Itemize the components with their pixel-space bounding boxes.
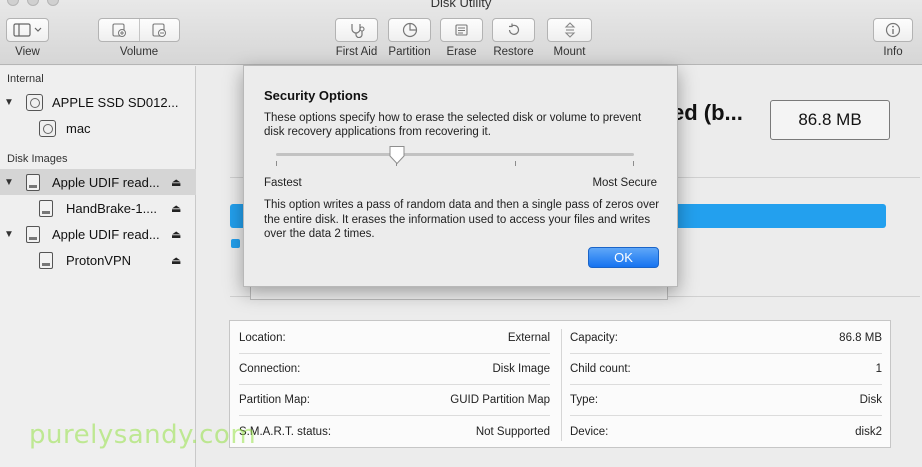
info-row-smart: S.M.A.R.T. status: Not Supported: [239, 416, 550, 447]
volume-title: ed (b...: [672, 100, 743, 125]
disk-volume-icon: [39, 199, 53, 217]
disclosure-triangle-icon[interactable]: ▼: [4, 229, 14, 240]
stethoscope-icon: [350, 24, 365, 38]
info-value: Disk Image: [492, 363, 550, 375]
add-volume-icon: [112, 23, 126, 37]
info-value: disk2: [855, 425, 882, 438]
erase-icon: [454, 24, 468, 36]
watermark: purelysandy.com: [29, 420, 257, 450]
dialog-title: Security Options: [264, 88, 369, 103]
ok-button[interactable]: OK: [588, 247, 659, 268]
restore-button[interactable]: [492, 18, 535, 42]
sidebar-item-handbrake[interactable]: HandBrake-1.... ⏏: [0, 195, 196, 221]
volume-label: Volume: [119, 46, 159, 58]
info-row-device: Device: disk2: [570, 416, 882, 447]
remove-volume-icon: [152, 23, 167, 37]
dialog-description: These options specify how to erase the s…: [264, 112, 642, 138]
sidebar-item-label: Apple UDIF read...: [52, 226, 160, 242]
info-label: Partition Map:: [239, 394, 310, 406]
info-label: Capacity:: [570, 332, 618, 344]
info-value: GUID Partition Map: [450, 394, 550, 406]
sidebar-item-mac[interactable]: mac: [0, 115, 196, 141]
slider-tick: [515, 161, 516, 166]
volume-size-box: 86.8 MB: [770, 100, 890, 140]
sidebar-item-label: APPLE SSD SD012...: [52, 94, 179, 110]
volume-button-group: [98, 18, 180, 42]
slider-tick: [633, 161, 634, 166]
info-button[interactable]: [873, 18, 913, 42]
slider-thumb[interactable]: [388, 145, 406, 165]
add-volume-button[interactable]: [99, 19, 139, 41]
first-aid-button[interactable]: [335, 18, 378, 42]
disk-image-icon: [26, 173, 40, 191]
security-options-dialog: Security Options These options specify h…: [243, 65, 678, 287]
erase-label: Erase: [446, 46, 477, 58]
sidebar-item-label: mac: [66, 120, 91, 136]
info-row-type: Type: Disk: [570, 385, 882, 416]
toolbar: Disk Utility View Volume First Aid Parti…: [0, 0, 922, 65]
mount-label: Mount: [553, 46, 586, 58]
remove-volume-button[interactable]: [138, 19, 180, 41]
restore-arrow-icon: [508, 23, 519, 35]
eject-icon[interactable]: ⏏: [171, 228, 181, 241]
info-row-connection: Connection: Disk Image: [239, 354, 550, 385]
volume-icon: [39, 119, 56, 137]
eject-icon[interactable]: ⏏: [171, 202, 181, 215]
view-label: View: [15, 46, 40, 58]
info-value: 86.8 MB: [839, 332, 882, 344]
first-aid-label: First Aid: [335, 46, 378, 58]
info-table: Location: External Connection: Disk Imag…: [229, 320, 891, 448]
window-title: Disk Utility: [430, 0, 492, 10]
option-detail-text: This option writes a pass of random data…: [264, 199, 660, 240]
info-value: External: [507, 332, 550, 344]
sidebar-item-protonvpn[interactable]: ProtonVPN ⏏: [0, 247, 196, 273]
sidebar-item-label: Apple UDIF read...: [52, 174, 160, 190]
info-row-partition-map: Partition Map: GUID Partition Map: [239, 385, 550, 416]
mount-button[interactable]: [547, 18, 592, 42]
view-button[interactable]: [6, 18, 49, 42]
disclosure-triangle-icon[interactable]: ▼: [4, 177, 14, 188]
usage-legend-swatch: [231, 239, 240, 248]
info-value: Disk: [859, 394, 882, 406]
info-label: Child count:: [570, 363, 631, 375]
info-label: Info: [883, 46, 903, 58]
security-slider[interactable]: [276, 153, 634, 156]
sidebar-header-disk-images: Disk Images: [7, 153, 68, 165]
disclosure-triangle-icon[interactable]: ▼: [4, 97, 14, 108]
slider-min-label: Fastest: [264, 177, 302, 189]
info-label: Type:: [570, 394, 599, 406]
disk-volume-icon: [39, 251, 53, 269]
mount-icon: [564, 22, 575, 38]
eject-icon[interactable]: ⏏: [171, 254, 181, 267]
info-icon: [885, 22, 901, 38]
info-row-location: Location: External: [239, 323, 550, 354]
info-row-child-count: Child count: 1: [570, 354, 882, 385]
sidebar-item-label: ProtonVPN: [66, 252, 132, 268]
partition-pie-icon: [402, 22, 417, 38]
info-label: Connection:: [239, 363, 301, 375]
sidebar-header-internal: Internal: [7, 73, 44, 85]
sidebar-item-label: HandBrake-1....: [66, 200, 158, 216]
sidebar-item-apple-ssd[interactable]: ▼ APPLE SSD SD012...: [0, 89, 196, 115]
internal-disk-icon: [26, 93, 43, 111]
info-label: Device:: [570, 425, 609, 438]
partition-button[interactable]: [388, 18, 431, 42]
sidebar-item-udif-2[interactable]: ▼ Apple UDIF read... ⏏: [0, 221, 196, 247]
slider-max-label: Most Secure: [592, 177, 657, 189]
info-label: Location:: [239, 332, 286, 344]
erase-button[interactable]: [440, 18, 483, 42]
info-column-divider: [561, 329, 562, 441]
info-value: 1: [875, 363, 882, 375]
eject-icon[interactable]: ⏏: [171, 176, 181, 189]
info-value: Not Supported: [475, 425, 550, 438]
disk-image-icon: [26, 225, 40, 243]
sidebar-view-icon: [12, 23, 41, 37]
restore-label: Restore: [493, 46, 534, 58]
info-row-capacity: Capacity: 86.8 MB: [570, 323, 882, 354]
sidebar-item-udif-1[interactable]: ▼ Apple UDIF read... ⏏: [0, 169, 196, 195]
slider-tick: [276, 161, 277, 166]
partition-label: Partition: [388, 46, 431, 58]
